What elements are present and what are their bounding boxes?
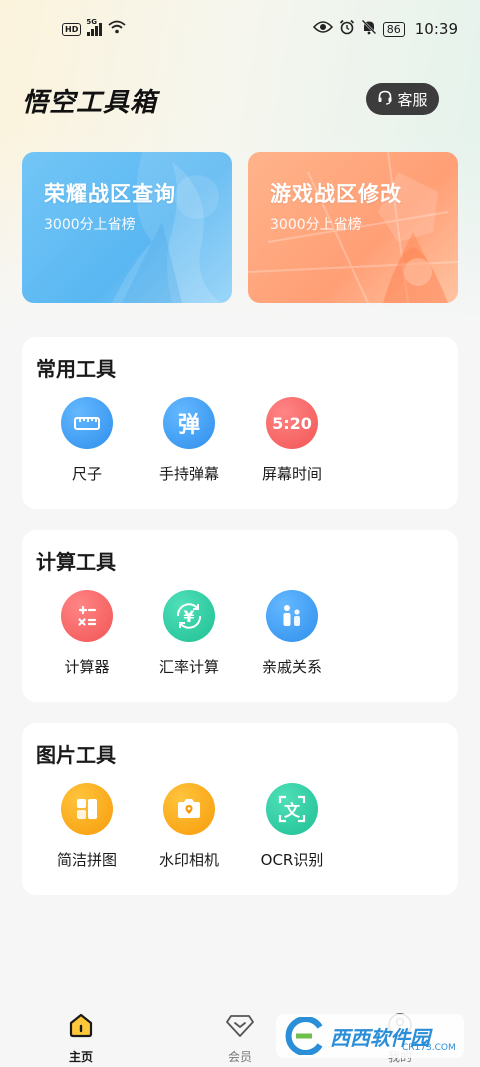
vip-diamond-icon [205,1010,275,1040]
app-title: 悟空工具箱 [22,88,158,118]
nav-label: 主页 [68,1050,93,1064]
wifi-icon [108,20,126,38]
home-icon [46,1010,116,1040]
alarm-icon [339,19,355,39]
site-watermark: 西西软件园 CR173.COM [276,1014,464,1058]
tool-label: 水印相机 [158,851,219,869]
common-tools-card: 常用工具 尺子 弹 手持弹幕 5:20 屏幕时间 [22,337,458,509]
ocr-icon: 文 [266,783,318,835]
image-tools-card: 图片工具 简洁拼图 水印相机 文 OCR识别 [22,723,458,895]
watermark-subtext: CR173.COM [402,1043,456,1053]
section-title: 常用工具 [36,357,116,381]
tool-screen-time[interactable]: 5:20 屏幕时间 [247,397,337,484]
collage-icon [61,783,113,835]
tool-relatives[interactable]: 亲戚关系 [247,590,337,677]
screen-time-icon: 5:20 [266,397,318,449]
tool-label: 尺子 [71,465,102,483]
banner-game-zone-modify[interactable]: 游戏战区修改 3000分上省榜 [248,152,458,303]
banner-honor-zone-query[interactable]: 荣耀战区查询 3000分上省榜 [22,152,232,303]
nav-home[interactable]: 主页 [46,1010,116,1065]
danmaku-icon: 弹 [163,397,215,449]
tool-ruler[interactable]: 尺子 [42,397,132,484]
headset-icon [377,89,393,109]
customer-service-button[interactable]: 客服 [366,83,439,115]
section-title: 图片工具 [36,743,116,767]
nav-vip[interactable]: 会员 [205,1010,275,1065]
ruler-icon [61,397,113,449]
customer-service-label: 客服 [397,90,428,109]
mute-bell-icon [361,19,377,39]
tool-ocr[interactable]: 文 OCR识别 [247,783,337,870]
tool-label: 手持弹幕 [158,465,219,483]
tool-label: 汇率计算 [158,658,219,676]
status-bar: HD 5G 86 10:39 [0,0,480,58]
banner-subtitle: 3000分上省榜 [44,217,136,233]
tool-exchange-rate[interactable]: ¥ 汇率计算 [144,590,234,677]
watermark-camera-icon [163,783,215,835]
tool-label: 计算器 [64,658,110,676]
status-left: HD 5G [62,18,126,38]
tool-danmaku[interactable]: 弹 手持弹幕 [144,397,234,484]
signal-icon: 5G [86,18,102,36]
tool-label: 亲戚关系 [261,658,322,676]
exchange-rate-icon: ¥ [163,590,215,642]
banner-title: 游戏战区修改 [270,182,402,206]
watermark-logo-icon [285,1017,323,1055]
banner-subtitle: 3000分上省榜 [270,217,362,233]
tool-calculator[interactable]: 计算器 [42,590,132,677]
relatives-icon [266,590,318,642]
yuan-glyph: ¥ [183,606,195,626]
section-title: 计算工具 [36,550,116,574]
nav-label: 会员 [227,1050,252,1064]
calc-tools-card: 计算工具 计算器 ¥ 汇率计算 亲戚关系 [22,530,458,702]
ocr-glyph: 文 [283,801,300,820]
tool-label: OCR识别 [260,851,324,869]
banner-title: 荣耀战区查询 [44,182,176,206]
tool-label: 简洁拼图 [56,851,117,869]
calculator-icon [61,590,113,642]
clock: 10:39 [414,20,458,38]
tool-watermark-camera[interactable]: 水印相机 [144,783,234,870]
tool-label: 屏幕时间 [261,465,322,483]
battery-indicator: 86 [382,21,405,37]
status-right: 86 10:39 [312,19,458,39]
network-type: 5G [86,18,97,26]
eye-icon [312,20,333,38]
hd-badge: HD [62,22,82,36]
tool-collage[interactable]: 简洁拼图 [42,783,132,870]
